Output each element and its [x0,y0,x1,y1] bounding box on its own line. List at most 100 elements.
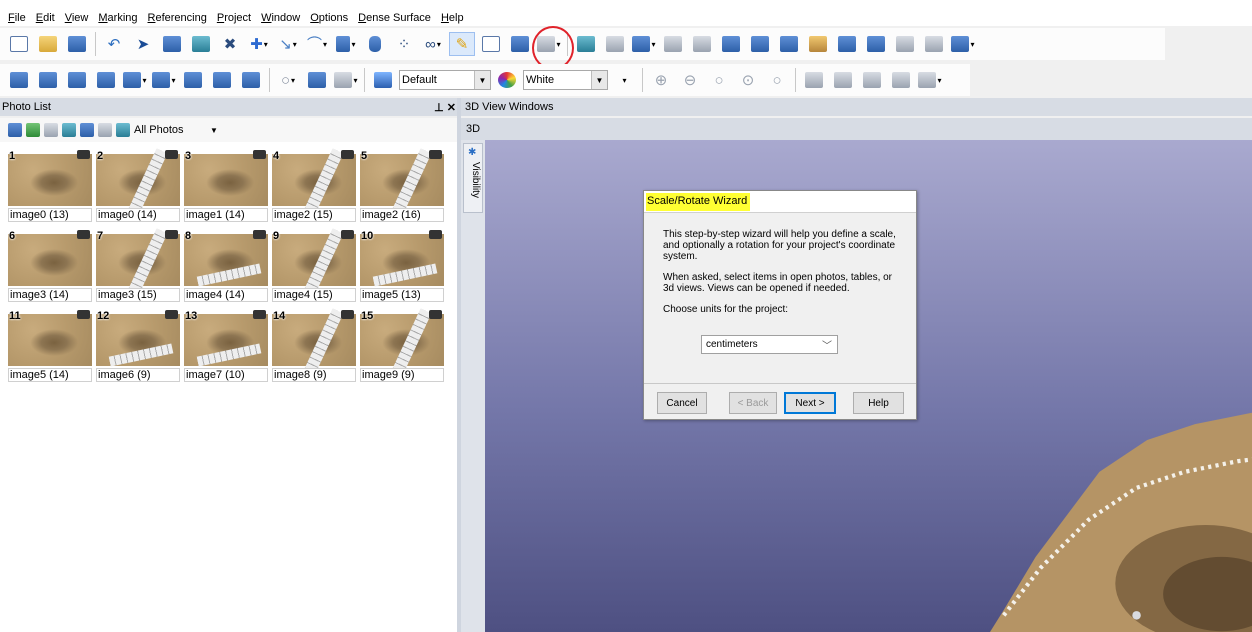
view-layout-button[interactable]: ▾ [631,32,657,56]
view-picture-button[interactable]: ▾ [950,32,976,56]
menu-project[interactable]: Project [213,12,257,24]
add-point-button[interactable]: ✚ ▾ [246,32,272,56]
photo-thumbnail[interactable]: 15 image9 (9) [360,307,444,382]
zoom-fit-button[interactable]: ⊙ [735,68,761,92]
undo-button[interactable]: ↶ [101,32,127,56]
color-wheel-button[interactable] [494,68,520,92]
grid-view-button[interactable]: ▾ [333,68,359,92]
chevron-down-icon[interactable]: ▼ [210,126,218,135]
menu-help[interactable]: Help [437,12,470,24]
thumbnail-icon[interactable] [80,123,94,137]
photo-thumbnail[interactable]: 1 image0 (13) [8,147,92,222]
add-photos-icon[interactable] [8,123,22,137]
zoom-window-button[interactable]: ○ [706,68,732,92]
auto-mark-button[interactable] [188,32,214,56]
view-3d-button[interactable] [573,32,599,56]
window-button-9[interactable] [238,68,264,92]
delete-button[interactable]: ✖ [217,32,243,56]
menu-options[interactable]: Options [306,12,354,24]
open-project-button[interactable] [35,32,61,56]
photo-thumbnail[interactable]: 2 image0 (14) [96,147,180,222]
menu-file[interactable]: File [4,12,32,24]
view-edit-button[interactable] [834,32,860,56]
photo-filter-value[interactable]: All Photos [134,124,206,136]
scale-rotate-wizard-button[interactable]: ✎ [449,32,475,56]
zoom-region-button[interactable] [888,68,914,92]
window-button-5[interactable]: ▾ [122,68,148,92]
units-select[interactable]: centimeters ﹀ [701,335,838,354]
style-select[interactable]: Default ▼ [399,70,491,90]
fit-selection-button[interactable] [801,68,827,92]
zoom-in-button[interactable]: ⊕ [648,68,674,92]
color-options-button[interactable]: ▾ [611,68,637,92]
photo-settings-icon[interactable] [62,123,76,137]
column-icon[interactable] [44,123,58,137]
view-mark-button[interactable] [718,32,744,56]
point-tool-button[interactable]: ⁘ [391,32,417,56]
view-photos-button[interactable] [602,32,628,56]
photo-thumbnail[interactable]: 6 image3 (14) [8,227,92,302]
photo-thumbnail[interactable]: 13 image7 (10) [184,307,268,382]
zoom-out-button[interactable]: ⊖ [677,68,703,92]
frame-view-button[interactable] [859,68,885,92]
menu-window[interactable]: Window [257,12,306,24]
view-split-button[interactable] [747,32,773,56]
photo-thumbnail[interactable]: 8 image4 (14) [184,227,268,302]
photo-thumbnail[interactable]: 7 image3 (15) [96,227,180,302]
save-button[interactable] [64,32,90,56]
back-button[interactable]: < Back [729,392,777,414]
view-export-button[interactable] [863,32,889,56]
photo-thumbnail[interactable]: 12 image6 (9) [96,307,180,382]
next-button[interactable]: Next > [784,392,836,414]
filter-icon[interactable] [116,123,130,137]
view-table-button[interactable] [660,32,686,56]
photo-thumbnail[interactable]: 10 image5 (13) [360,227,444,302]
cylinder-tool-button[interactable] [362,32,388,56]
menu-view[interactable]: View [61,12,95,24]
window-button-8[interactable] [209,68,235,92]
view-list-button[interactable] [689,32,715,56]
cancel-button[interactable]: Cancel [657,392,707,414]
zoom-point-button[interactable]: ▾ [917,68,943,92]
chain-tool-button[interactable]: ∞ ▾ [420,32,446,56]
zoom-all-button[interactable]: ○ [764,68,790,92]
select-region-button[interactable] [159,32,185,56]
window-button-6[interactable]: ▾ [151,68,177,92]
visibility-tab[interactable]: ✱ Visibility [463,143,483,213]
new-project-button[interactable] [6,32,32,56]
help-button[interactable]: Help [853,392,904,414]
panel-pin-close[interactable]: ⊥ ✕ [434,101,456,114]
curve-tool-button[interactable]: ⌒ ▾ [304,32,330,56]
window-button-2[interactable] [35,68,61,92]
menu-dense-surface[interactable]: Dense Surface [354,12,437,24]
gray-square-icon[interactable] [98,123,112,137]
layer-style-icon-button[interactable] [370,68,396,92]
window-button-3[interactable] [64,68,90,92]
photo-thumbnail[interactable]: 11 image5 (14) [8,307,92,382]
photo-thumbnail[interactable]: 3 image1 (14) [184,147,268,222]
tables-button[interactable] [478,32,504,56]
view-camera-button[interactable] [921,32,947,56]
surface-tool-button[interactable]: ▾ [333,32,359,56]
color-select[interactable]: White ▼ [523,70,608,90]
photo-thumbnail[interactable]: 9 image4 (15) [272,227,356,302]
grid-add-icon[interactable] [26,123,40,137]
menu-referencing[interactable]: Referencing [144,12,213,24]
process-button[interactable] [507,32,533,56]
menu-marking[interactable]: Marking [94,12,143,24]
fit-view-button[interactable] [304,68,330,92]
window-button-1[interactable] [6,68,32,92]
search-button[interactable]: ○ ▾ [275,68,301,92]
view-photo-button[interactable] [805,32,831,56]
tab-3d[interactable]: 3D [461,118,1252,140]
photo-thumbnail[interactable]: 14 image8 (9) [272,307,356,382]
view-gray-button[interactable] [892,32,918,56]
select-pointer-button[interactable]: ➤ [130,32,156,56]
photo-thumbnail[interactable]: 4 image2 (15) [272,147,356,222]
photo-thumbnail[interactable]: 5 image2 (16) [360,147,444,222]
center-view-button[interactable] [830,68,856,92]
line-tool-button[interactable]: ↘ ▾ [275,32,301,56]
view-tile-button[interactable] [776,32,802,56]
window-button-7[interactable] [180,68,206,92]
menu-edit[interactable]: Edit [32,12,61,24]
